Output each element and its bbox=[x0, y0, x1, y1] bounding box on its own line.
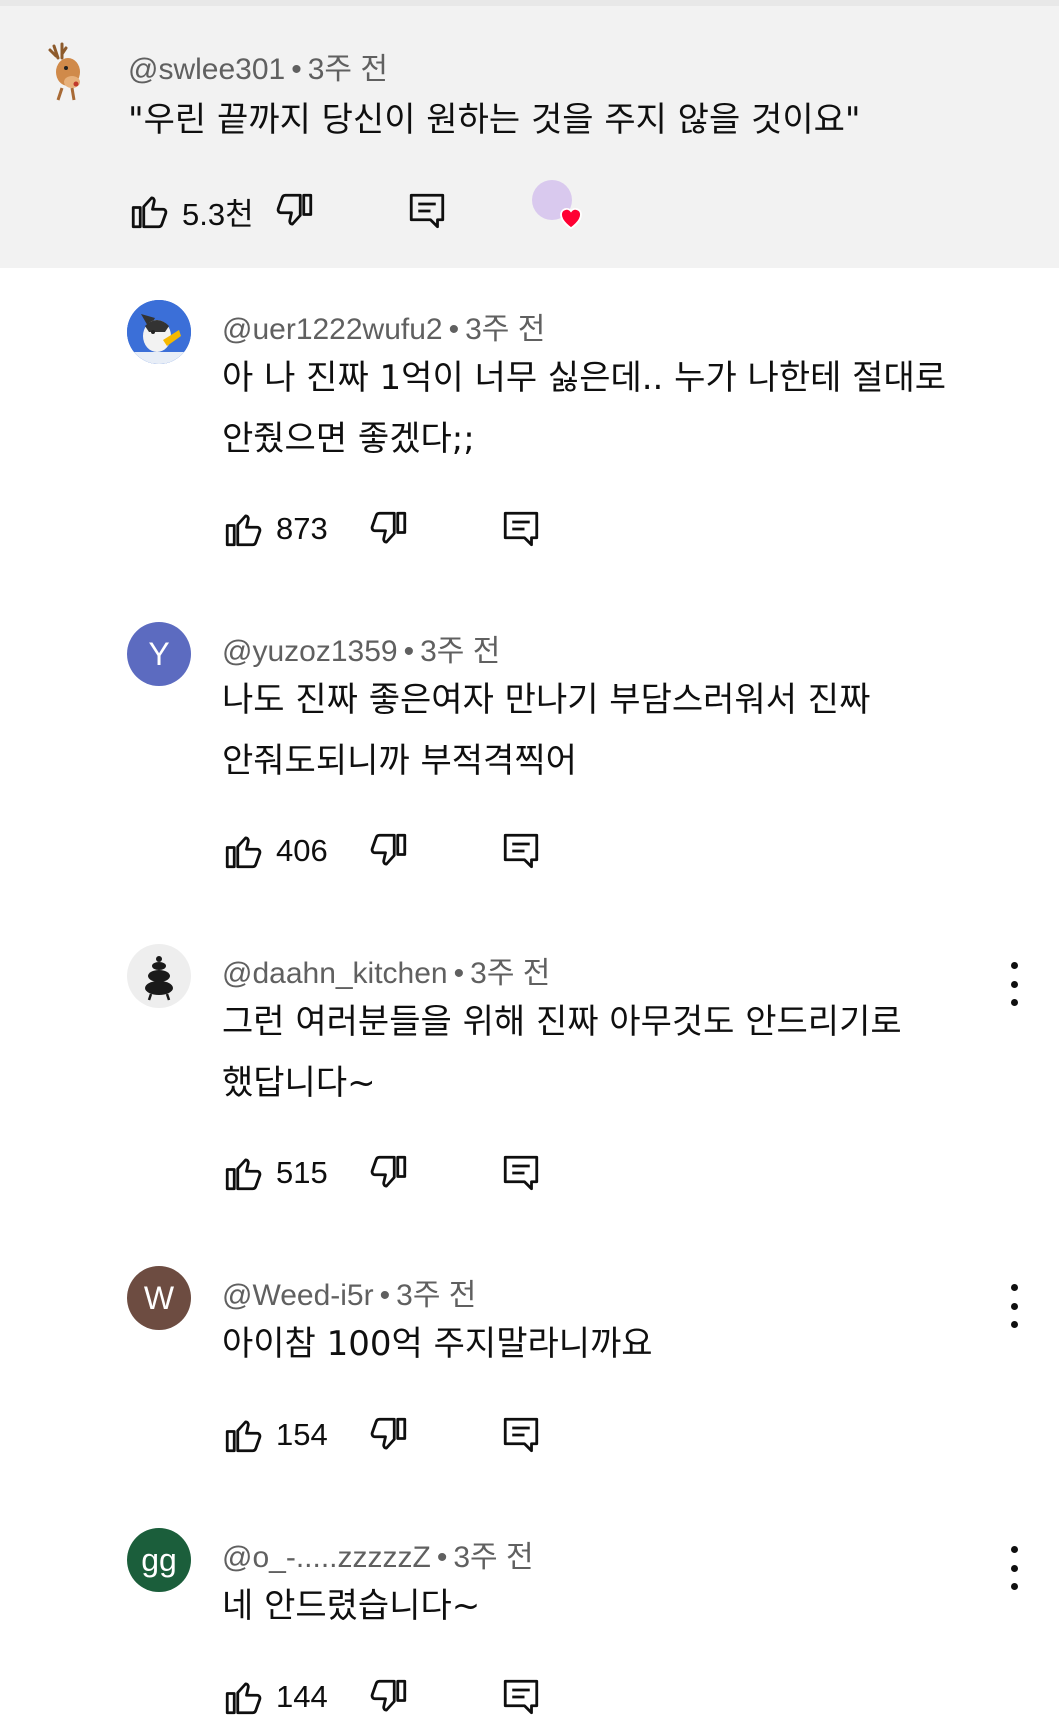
comment-actions: 5.3천 bbox=[128, 180, 828, 236]
dislike-button[interactable] bbox=[368, 1672, 410, 1722]
comment-icon bbox=[503, 1679, 539, 1715]
thumbs-up-icon bbox=[225, 1158, 262, 1191]
thumbs-down-icon bbox=[370, 511, 407, 544]
like-button[interactable]: 154 bbox=[222, 1410, 328, 1460]
author-name[interactable]: @yuzoz1359 bbox=[222, 635, 398, 668]
like-count: 873 bbox=[276, 511, 328, 546]
comment-text: 나도 진짜 좋은여자 만나기 부담스러워서 진짜 안줘도되니까 부적격찍어 bbox=[222, 670, 1002, 792]
reply-button[interactable] bbox=[500, 826, 542, 876]
author-name[interactable]: @swlee301 bbox=[128, 53, 285, 86]
author-avatar[interactable]: gg bbox=[127, 1528, 191, 1592]
like-count: 406 bbox=[276, 833, 328, 868]
author-name[interactable]: @daahn_kitchen bbox=[222, 957, 448, 990]
thumbs-down-icon bbox=[370, 1155, 407, 1188]
like-count: 144 bbox=[276, 1679, 328, 1714]
comment-actions: 154 bbox=[222, 1410, 622, 1460]
like-count: 5.3천 bbox=[182, 196, 254, 232]
author-name[interactable]: @o_-.....zzzzzZ bbox=[222, 1541, 431, 1574]
avatar-letter: gg bbox=[141, 1541, 177, 1578]
comment-text: 아이참 100억 주지말라니까요 bbox=[222, 1314, 1002, 1375]
comment-line: 안줘도되니까 부적격찍어 bbox=[222, 741, 577, 781]
thumbs-up-icon bbox=[225, 1682, 262, 1715]
heart-icon bbox=[560, 208, 582, 230]
dislike-button[interactable] bbox=[368, 826, 410, 876]
comment-line: 아 나 진짜 1억이 너무 싫은데.. 누가 나한테 절대로 bbox=[222, 358, 947, 398]
comment-line: 했답니다~ bbox=[222, 1063, 376, 1103]
timestamp[interactable]: 3주 전 bbox=[470, 957, 550, 990]
author-avatar[interactable] bbox=[32, 38, 96, 102]
timestamp[interactable]: 3주 전 bbox=[453, 1541, 533, 1574]
reply-button[interactable] bbox=[500, 504, 542, 554]
comment-actions: 406 bbox=[222, 826, 622, 876]
comment-text: 아 나 진짜 1억이 너무 싫은데.. 누가 나한테 절대로 안줬으면 좋겠다;… bbox=[222, 348, 1002, 470]
author-avatar[interactable]: W bbox=[127, 1266, 191, 1330]
thumbs-down-icon bbox=[276, 193, 313, 226]
comment-icon bbox=[503, 1155, 539, 1191]
dislike-button[interactable] bbox=[368, 504, 410, 554]
comment-line: 네 안드렸습니다~ bbox=[222, 1586, 481, 1626]
timestamp[interactable]: 3주 전 bbox=[465, 313, 545, 346]
husky-icon bbox=[127, 300, 191, 364]
deer-icon bbox=[48, 42, 80, 101]
thumbs-down-icon bbox=[370, 833, 407, 866]
like-button[interactable]: 5.3천 bbox=[128, 186, 254, 236]
highlighted-comment: @swlee301 • 3주 전 "우린 끝까지 당신이 원하는 것을 주지 않을 … bbox=[0, 6, 1059, 268]
animal-stack-icon bbox=[145, 956, 173, 1001]
like-count: 515 bbox=[276, 1155, 328, 1190]
thumbs-up-icon bbox=[131, 196, 168, 229]
like-button[interactable]: 144 bbox=[222, 1672, 328, 1722]
comment-text: 그런 여러분들을 위해 진짜 아무것도 안드리기로 했답니다~ bbox=[222, 992, 1002, 1114]
comment-actions: 144 bbox=[222, 1672, 622, 1722]
more-options-button[interactable] bbox=[1004, 1284, 1024, 1328]
comment-icon bbox=[503, 1417, 539, 1453]
thumbs-down-icon bbox=[370, 1679, 407, 1712]
more-options-button[interactable] bbox=[1004, 962, 1024, 1006]
reply-button[interactable] bbox=[500, 1148, 542, 1198]
comment-text: 네 안드렸습니다~ bbox=[222, 1576, 1002, 1637]
comment-meta: @swlee301 • 3주 전 bbox=[128, 53, 388, 86]
comment-meta: @o_-.....zzzzzZ • 3주 전 bbox=[222, 1541, 534, 1574]
author-name[interactable]: @uer1222wufu2 bbox=[222, 313, 443, 346]
author-avatar[interactable] bbox=[127, 300, 191, 364]
comment-line: 아이참 100억 주지말라니까요 bbox=[222, 1324, 653, 1364]
comment-actions: 515 bbox=[222, 1148, 622, 1198]
comment-meta: @uer1222wufu2 • 3주 전 bbox=[222, 313, 546, 346]
comment-icon bbox=[503, 511, 539, 547]
author-name[interactable]: @Weed-i5r bbox=[222, 1279, 374, 1312]
comment-icon bbox=[409, 193, 445, 229]
creator-heart bbox=[532, 180, 588, 236]
reply-button[interactable] bbox=[500, 1410, 542, 1460]
like-count: 154 bbox=[276, 1417, 328, 1452]
reply-button[interactable] bbox=[406, 186, 448, 236]
thumbs-up-icon bbox=[225, 836, 262, 869]
more-options-button[interactable] bbox=[1004, 1546, 1024, 1590]
comment-icon bbox=[503, 833, 539, 869]
thumbs-up-icon bbox=[225, 514, 262, 547]
comment-meta: @Weed-i5r • 3주 전 bbox=[222, 1279, 477, 1312]
dislike-button[interactable] bbox=[274, 186, 316, 236]
dislike-button[interactable] bbox=[368, 1410, 410, 1460]
author-avatar[interactable]: Y bbox=[127, 622, 191, 686]
comment-line: 나도 진짜 좋은여자 만나기 부담스러워서 진짜 bbox=[222, 680, 871, 720]
like-button[interactable]: 515 bbox=[222, 1148, 328, 1198]
timestamp[interactable]: 3주 전 bbox=[396, 1279, 476, 1312]
comment-text: "우린 끝까지 당신이 원하는 것을 주지 않을 것이요" bbox=[128, 100, 861, 140]
reply-button[interactable] bbox=[500, 1672, 542, 1722]
comment-actions: 873 bbox=[222, 504, 622, 554]
avatar-letter: Y bbox=[148, 635, 170, 672]
avatar-letter: W bbox=[143, 1279, 175, 1316]
like-button[interactable]: 873 bbox=[222, 504, 328, 554]
thumbs-up-icon bbox=[225, 1420, 262, 1453]
author-avatar[interactable] bbox=[127, 944, 191, 1008]
comment-line: 그런 여러분들을 위해 진짜 아무것도 안드리기로 bbox=[222, 1002, 902, 1042]
comment-line: 안줬으면 좋겠다;; bbox=[222, 419, 475, 459]
comment-meta: @yuzoz1359 • 3주 전 bbox=[222, 635, 501, 668]
like-button[interactable]: 406 bbox=[222, 826, 328, 876]
dislike-button[interactable] bbox=[368, 1148, 410, 1198]
comment-meta: @daahn_kitchen • 3주 전 bbox=[222, 957, 551, 990]
timestamp[interactable]: 3주 전 bbox=[420, 635, 500, 668]
timestamp[interactable]: 3주 전 bbox=[308, 53, 388, 86]
thumbs-down-icon bbox=[370, 1417, 407, 1450]
